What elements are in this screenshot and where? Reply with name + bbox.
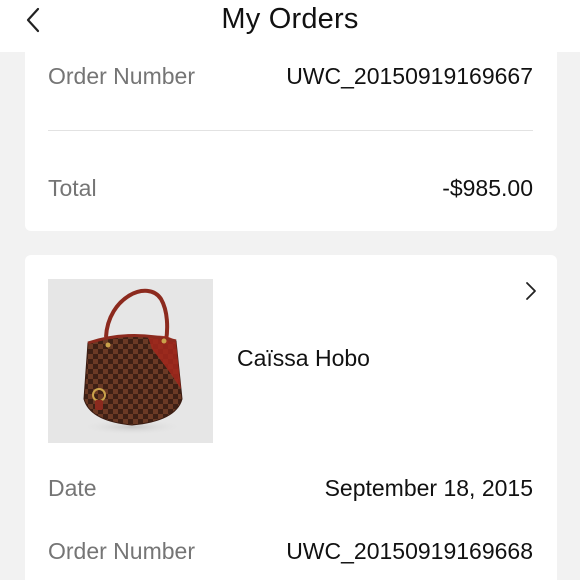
product-image[interactable] — [48, 279, 213, 443]
divider — [48, 130, 533, 131]
total-row: Total -$985.00 — [48, 171, 533, 205]
date-label: Date — [48, 474, 97, 501]
order-number-label: Order Number — [48, 537, 195, 564]
order-card[interactable]: Caïssa Hobo Date September 18, 2015 Orde… — [25, 255, 557, 580]
order-number-value: UWC_20150919169668 — [286, 537, 533, 564]
order-number-row: Order Number UWC_20150919169668 — [48, 534, 533, 568]
detail-button[interactable] — [519, 279, 543, 303]
order-number-row: Order Number UWC_20150919169667 — [48, 59, 533, 93]
chevron-right-icon — [526, 282, 536, 300]
date-row: Date September 18, 2015 — [48, 471, 533, 505]
page-title: My Orders — [221, 3, 359, 35]
handbag-image — [48, 279, 213, 443]
total-label: Total — [48, 174, 97, 201]
order-number-label: Order Number — [48, 62, 195, 89]
date-value: September 18, 2015 — [324, 474, 533, 501]
order-number-value: UWC_20150919169667 — [286, 62, 533, 89]
product-name[interactable]: Caïssa Hobo — [237, 345, 370, 372]
total-value: -$985.00 — [442, 174, 533, 201]
order-card: Order Number UWC_20150919169667 Total -$… — [25, 40, 557, 231]
